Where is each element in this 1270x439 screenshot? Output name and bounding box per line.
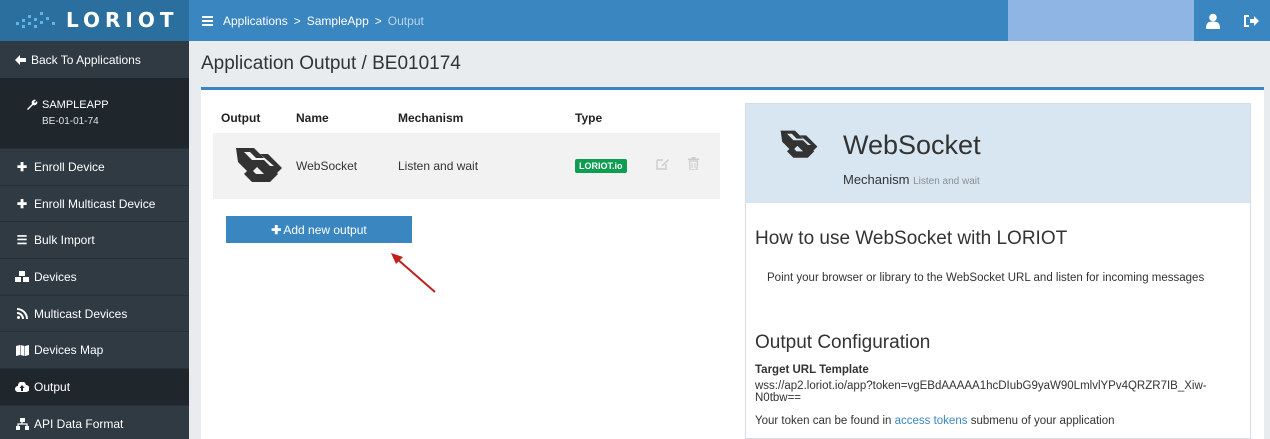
sidebar-item-devices[interactable]: Devices xyxy=(0,258,189,295)
logo-dots-icon xyxy=(16,12,55,28)
breadcrumb-output: Output xyxy=(387,13,424,28)
mechanism-label: Mechanism xyxy=(843,172,910,187)
sitemap-icon xyxy=(15,417,29,430)
token-hint: Your token can be found in access tokens… xyxy=(755,415,1115,427)
sidebar-app-info: SAMPLEAPP BE-01-01-74 xyxy=(0,78,189,148)
list-icon: ☰ xyxy=(16,233,28,248)
breadcrumb-applications[interactable]: Applications xyxy=(223,14,288,28)
sidebar-item-enroll-multicast-device[interactable]: ✚ Enroll Multicast Device xyxy=(0,184,189,222)
plus-icon: ✚ xyxy=(271,222,282,237)
column-header-type: Type xyxy=(575,111,603,125)
sidebar-item-devices-map[interactable]: Devices Map xyxy=(0,331,189,368)
target-url-label: Target URL Template xyxy=(755,364,869,376)
breadcrumb-sampleapp[interactable]: SampleApp xyxy=(307,14,369,28)
detail-header: WebSocket Mechanism Listen and wait xyxy=(746,104,1250,203)
token-hint-suffix: submenu of your application xyxy=(970,415,1115,427)
breadcrumb-separator: > xyxy=(293,13,301,28)
annotation-arrow-icon xyxy=(391,253,436,293)
detail-mechanism: Mechanism Listen and wait xyxy=(843,172,980,187)
column-header-output: Output xyxy=(221,111,261,125)
sidebar-item-enroll-device[interactable]: ✚ Enroll Device xyxy=(0,148,189,185)
sidebar-item-bulk-import[interactable]: ☰ Bulk Import xyxy=(0,221,189,258)
row-mechanism: Listen and wait xyxy=(398,159,479,173)
add-button-label: Add new output xyxy=(283,222,367,237)
top-bar: LORIOT Applications > SampleApp > Output xyxy=(0,0,1270,41)
sidebar-item-label: Enroll Multicast Device xyxy=(34,196,156,211)
breadcrumb: Applications > SampleApp > Output xyxy=(202,0,424,41)
sidebar-item-label: Enroll Device xyxy=(34,159,105,174)
token-hint-prefix: Your token can be found in xyxy=(755,415,892,427)
howto-heading: How to use WebSocket with LORIOT xyxy=(755,228,1068,249)
output-detail-panel: WebSocket Mechanism Listen and wait How … xyxy=(745,103,1251,439)
page-title: Application Output / BE010174 xyxy=(201,53,461,74)
map-icon xyxy=(15,344,29,356)
cubes-icon xyxy=(15,270,29,283)
back-to-applications-link[interactable]: Back To Applications xyxy=(0,41,189,78)
plus-icon: ✚ xyxy=(16,159,28,174)
row-name: WebSocket xyxy=(296,159,358,173)
websocket-icon xyxy=(780,130,818,158)
arrow-left-icon xyxy=(15,54,26,65)
hamburger-menu-icon[interactable] xyxy=(202,16,213,26)
type-badge: LORIOT.io xyxy=(575,159,627,173)
sidebar-item-label: Bulk Import xyxy=(34,233,95,248)
mechanism-value: Listen and wait xyxy=(913,176,980,187)
column-header-name: Name xyxy=(296,111,329,125)
sidebar-item-label: Devices xyxy=(34,269,77,284)
edit-icon[interactable] xyxy=(656,157,670,173)
access-tokens-link[interactable]: access tokens xyxy=(895,415,968,427)
cloud-upload-icon xyxy=(15,381,29,393)
sidebar-item-label: API Data Format xyxy=(34,416,124,431)
plus-icon: ✚ xyxy=(16,196,28,211)
loriot-logo[interactable]: LORIOT xyxy=(0,0,189,41)
app-eui: BE-01-01-74 xyxy=(42,116,99,127)
sidebar-item-multicast-devices[interactable]: Multicast Devices xyxy=(0,294,189,332)
wrench-icon xyxy=(26,99,38,111)
howto-text: Point your browser or library to the Web… xyxy=(767,272,1205,284)
app-name: SAMPLEAPP xyxy=(42,99,109,111)
sidebar-item-label: Output xyxy=(34,379,71,394)
target-url-value: wss://ap2.loriot.io/app?token=vgEBdAAAAA… xyxy=(755,380,1207,404)
logout-icon[interactable] xyxy=(1232,0,1270,41)
logo-text: LORIOT xyxy=(66,8,179,32)
topbar-highlight xyxy=(1008,0,1194,41)
sidebar-item-output[interactable]: Output xyxy=(0,368,189,405)
breadcrumb-separator: > xyxy=(374,13,382,28)
add-new-output-button[interactable]: ✚ Add new output xyxy=(226,216,412,243)
delete-icon[interactable] xyxy=(688,157,699,173)
user-icon[interactable] xyxy=(1194,0,1232,41)
sidebar: Back To Applications SAMPLEAPP BE-01-01-… xyxy=(0,41,189,439)
rss-icon xyxy=(15,308,29,320)
websocket-icon xyxy=(236,148,282,182)
detail-title: WebSocket xyxy=(843,130,981,160)
sidebar-item-api-data-format[interactable]: API Data Format xyxy=(0,404,189,439)
config-heading: Output Configuration xyxy=(755,332,931,353)
back-label: Back To Applications xyxy=(31,52,141,67)
sidebar-item-label: Multicast Devices xyxy=(34,306,128,321)
sidebar-item-label: Devices Map xyxy=(34,343,104,358)
column-header-mechanism: Mechanism xyxy=(398,111,464,125)
